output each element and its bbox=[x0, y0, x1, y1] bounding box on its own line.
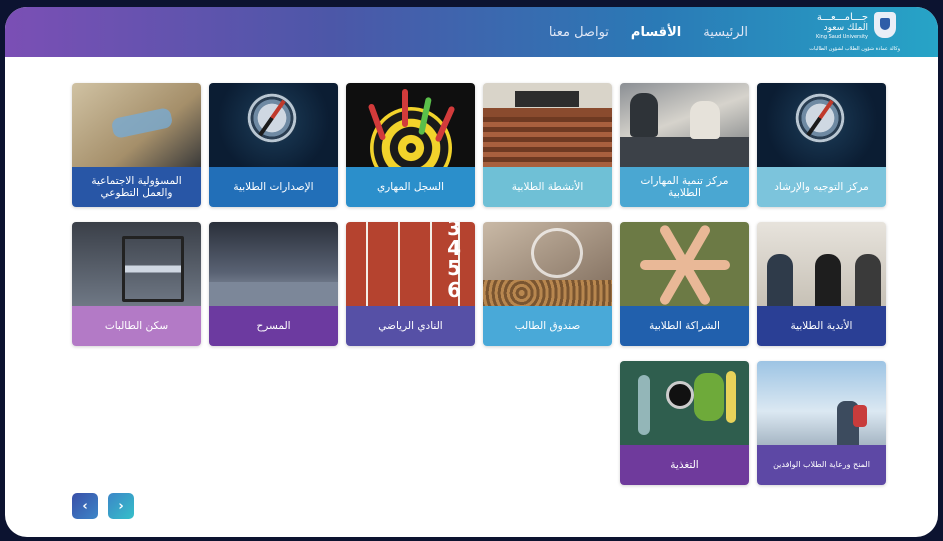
card-label: الشراكة الطلابية bbox=[620, 306, 749, 346]
card-label: النادي الرياضي bbox=[346, 306, 475, 346]
logo-name-ar-2: الملك سعود bbox=[823, 23, 868, 33]
main-nav: الرئيسية الأقسام تواصل معنا bbox=[549, 7, 748, 57]
card-label: المنح ورعاية الطلاب الوافدين bbox=[757, 445, 886, 485]
card-clubs[interactable]: الأندية الطلابية bbox=[757, 222, 886, 346]
running-track-image: 3 4 5 6 bbox=[346, 222, 475, 306]
card-label: سكن الطالبات bbox=[72, 306, 201, 346]
hands-circle-image bbox=[620, 222, 749, 306]
volunteer-image bbox=[72, 83, 201, 167]
card-label: المسؤولية الاجتماعية والعمل التطوعي bbox=[72, 167, 201, 207]
card-social-responsibility[interactable]: المسؤولية الاجتماعية والعمل التطوعي bbox=[72, 83, 201, 207]
theater-image bbox=[209, 222, 338, 306]
dartboard-image bbox=[346, 83, 475, 167]
card-theater[interactable]: المسرح bbox=[209, 222, 338, 346]
lecture-hall-image bbox=[483, 83, 612, 167]
food-image bbox=[620, 361, 749, 445]
header-bar: جـــامـــعـــة الملك سعود King Saud Univ… bbox=[5, 7, 938, 57]
dorm-image bbox=[72, 222, 201, 306]
card-label: الإصدارات الطلابية bbox=[209, 167, 338, 207]
meeting-image bbox=[620, 83, 749, 167]
ksu-seal-icon bbox=[874, 12, 896, 38]
traveler-image bbox=[757, 361, 886, 445]
card-label: الأندية الطلابية bbox=[757, 306, 886, 346]
card-publications[interactable]: الإصدارات الطلابية bbox=[209, 83, 338, 207]
card-label: السجل المهاري bbox=[346, 167, 475, 207]
coins-jar-image bbox=[483, 222, 612, 306]
track-number: 5 bbox=[447, 256, 461, 280]
prev-page-button[interactable]: ‹ bbox=[72, 493, 98, 519]
card-skills-record[interactable]: السجل المهاري bbox=[346, 83, 475, 207]
card-label: التغذية bbox=[620, 445, 749, 485]
team-image bbox=[757, 222, 886, 306]
card-label: صندوق الطالب bbox=[483, 306, 612, 346]
card-guidance[interactable]: مركز التوجيه والإرشاد bbox=[757, 83, 886, 207]
card-student-fund[interactable]: صندوق الطالب bbox=[483, 222, 612, 346]
compass-image bbox=[757, 83, 886, 167]
track-number: 6 bbox=[447, 278, 461, 302]
card-label: مركز التوجيه والإرشاد bbox=[757, 167, 886, 207]
logo-name-en: King Saud University bbox=[816, 34, 868, 40]
card-scholarships[interactable]: المنح ورعاية الطلاب الوافدين bbox=[757, 361, 886, 485]
nav-sections[interactable]: الأقسام bbox=[631, 25, 681, 40]
logo-subtitle: وكالة عمادة شؤون الطلاب لشؤون الطالبات bbox=[809, 46, 900, 52]
card-label: مركز تنمية المهارات الطلابية bbox=[620, 167, 749, 207]
card-sports-club[interactable]: 3 4 5 6 النادي الرياضي bbox=[346, 222, 475, 346]
page-frame: جـــامـــعـــة الملك سعود King Saud Univ… bbox=[5, 7, 938, 537]
card-partnership[interactable]: الشراكة الطلابية bbox=[620, 222, 749, 346]
nav-contact[interactable]: تواصل معنا bbox=[549, 25, 609, 40]
next-page-button[interactable]: › bbox=[108, 493, 134, 519]
card-label: الأنشطة الطلابية bbox=[483, 167, 612, 207]
sections-grid: مركز التوجيه والإرشاد مركز تنمية المهارا… bbox=[72, 83, 886, 485]
card-nutrition[interactable]: التغذية bbox=[620, 361, 749, 485]
compass-image bbox=[209, 83, 338, 167]
card-housing[interactable]: سكن الطالبات bbox=[72, 222, 201, 346]
card-skills-center[interactable]: مركز تنمية المهارات الطلابية bbox=[620, 83, 749, 207]
pagination: ‹ › bbox=[72, 493, 134, 519]
nav-home[interactable]: الرئيسية bbox=[703, 25, 748, 40]
card-label: المسرح bbox=[209, 306, 338, 346]
ksu-logo[interactable]: جـــامـــعـــة الملك سعود King Saud Univ… bbox=[806, 12, 900, 56]
card-activities[interactable]: الأنشطة الطلابية bbox=[483, 83, 612, 207]
